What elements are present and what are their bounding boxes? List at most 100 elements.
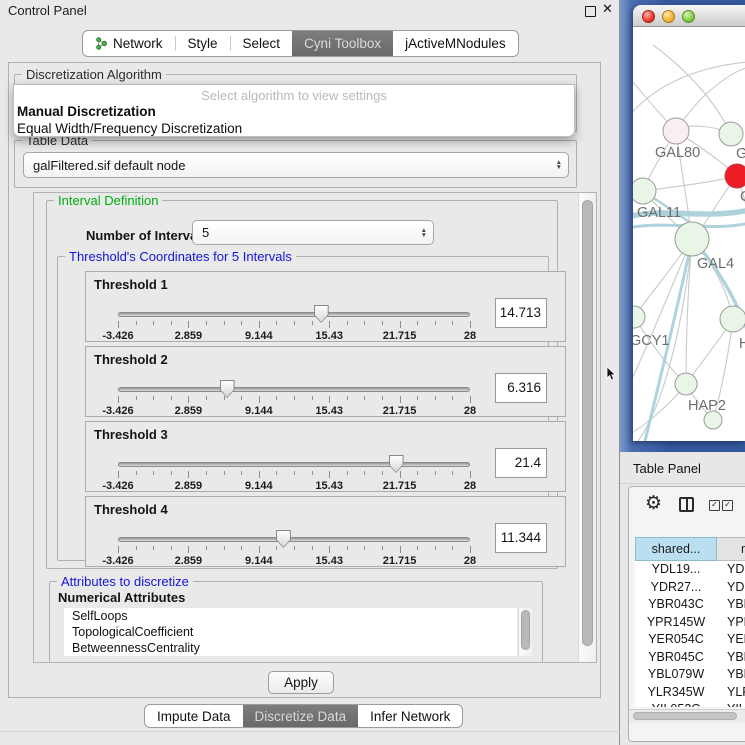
apply-button[interactable]: Apply (268, 671, 334, 694)
cell-name[interactable]: YPR1 (717, 614, 745, 632)
node-gcy1[interactable] (633, 306, 645, 328)
tab-jactivemnodules[interactable]: jActiveMNodules (393, 31, 518, 56)
attributes-list-scrollbar[interactable] (518, 608, 532, 656)
threshold-value-field[interactable]: 11.344 (495, 523, 547, 553)
table-row[interactable]: YPR145WYPR1 (635, 614, 745, 632)
threshold-slider[interactable]: -3.4262.8599.14415.4321.71528 (118, 456, 470, 490)
slider-track[interactable] (118, 312, 470, 317)
tick-mark (153, 321, 154, 325)
network-window-titlebar[interactable] (633, 5, 745, 27)
network-view-window: GAL80 GA C GAL11 GAL4 GCY1 H HAP2 (633, 5, 745, 441)
select-all-checkbox-icon[interactable]: ✓ (709, 500, 720, 511)
network-canvas[interactable]: GAL80 GA C GAL11 GAL4 GCY1 H HAP2 (633, 27, 745, 441)
table-rows: YDL19...YDL1YDR27...YDR2YBR043CYBR0YPR14… (635, 561, 745, 707)
tab-select[interactable]: Select (231, 31, 293, 56)
node-gal11[interactable] (633, 178, 656, 204)
number-of-intervals-select[interactable]: 5 ▲▼ (192, 220, 434, 245)
slider-track[interactable] (118, 387, 470, 392)
threshold-value-field[interactable]: 21.4 (495, 448, 547, 478)
cell-name[interactable]: YDL1 (717, 561, 745, 579)
cell-shared-name[interactable]: YBL079W (635, 666, 717, 684)
node-label-partial-red: C (740, 189, 745, 205)
table-row[interactable]: YDL19...YDL1 (635, 561, 745, 579)
tab-cyni-toolbox[interactable]: Cyni Toolbox (292, 31, 393, 56)
node-gal4[interactable] (675, 222, 709, 256)
threshold-slider[interactable]: -3.4262.8599.14415.4321.71528 (118, 381, 470, 415)
tab-style[interactable]: Style (176, 31, 230, 56)
split-columns-icon[interactable] (679, 497, 694, 512)
settings-scrollbar[interactable] (578, 193, 596, 662)
cell-name[interactable]: YBR0 (717, 596, 745, 614)
dropdown-option-manual[interactable]: Manual Discretization (14, 103, 574, 120)
settings-scrollbar-thumb[interactable] (582, 200, 593, 646)
tick-mark (347, 546, 348, 550)
column-header-name[interactable]: na (717, 537, 745, 561)
tab-infer-network[interactable]: Infer Network (358, 705, 462, 727)
table-panel-divider (620, 483, 745, 484)
cell-shared-name[interactable]: YBR045C (635, 649, 717, 667)
node-selected-red[interactable] (725, 164, 745, 188)
tick-label: 28 (464, 330, 476, 342)
threshold-box: Threshold 1 -3.4262.8599.14415.4321.7152… (85, 271, 566, 342)
tab-discretize-data[interactable]: Discretize Data (243, 705, 359, 727)
minimize-traffic-light-icon[interactable] (662, 10, 675, 23)
close-icon[interactable]: ✕ (602, 1, 613, 17)
attribute-item[interactable]: TopologicalCoefficient (64, 624, 517, 640)
cell-shared-name[interactable]: YER054C (635, 631, 717, 649)
close-traffic-light-icon[interactable] (642, 10, 655, 23)
cell-shared-name[interactable]: YBR043C (635, 596, 717, 614)
cell-shared-name[interactable]: YDL19... (635, 561, 717, 579)
table-row[interactable]: YER054CYER0 (635, 631, 745, 649)
dropdown-placeholder-item[interactable]: Select algorithm to view settings (14, 85, 574, 103)
gear-icon[interactable]: ⚙ (645, 492, 662, 514)
attribute-item[interactable]: SelfLoops (64, 608, 517, 624)
cell-name[interactable]: YBR0 (717, 649, 745, 667)
threshold-value-field[interactable]: 14.713 (495, 298, 547, 328)
cell-name[interactable]: YDR2 (717, 579, 745, 597)
attribute-item[interactable]: BetweennessCentrality (64, 640, 517, 656)
threshold-slider[interactable]: -3.4262.8599.14415.4321.71528 (118, 306, 470, 340)
slider-tick-labels: -3.4262.8599.14415.4321.71528 (118, 555, 470, 567)
threshold-slider[interactable]: -3.4262.8599.14415.4321.71528 (118, 531, 470, 565)
tab-impute-data[interactable]: Impute Data (145, 705, 243, 727)
table-row[interactable]: YBR045CYBR0 (635, 649, 745, 667)
table-row[interactable]: YLR345WYLR3 (635, 684, 745, 702)
attributes-scrollbar-thumb[interactable] (521, 610, 530, 650)
tick-mark (153, 396, 154, 400)
tick-label: 15.43 (315, 405, 343, 417)
threshold-value-field[interactable]: 6.316 (495, 373, 547, 403)
cell-name[interactable]: YBL0 (717, 666, 745, 684)
dropdown-option-equal-width[interactable]: Equal Width/Frequency Discretization (14, 120, 574, 137)
cell-shared-name[interactable]: YPR145W (635, 614, 717, 632)
cell-name[interactable]: YER0 (717, 631, 745, 649)
cell-shared-name[interactable]: YIL052C (635, 701, 717, 707)
tab-network[interactable]: Network (83, 31, 175, 56)
tick-label: 21.715 (383, 480, 417, 492)
node-partial-top[interactable] (719, 122, 743, 146)
tick-mark (118, 321, 119, 328)
column-header-shared-name[interactable]: shared... (635, 537, 717, 561)
table-data-select[interactable]: galFiltered.sif default node ▲▼ (23, 152, 569, 178)
table-data-selected-value: galFiltered.sif default node (33, 158, 185, 173)
cell-name[interactable]: YLR3 (717, 684, 745, 702)
node-partial-right[interactable] (720, 306, 745, 332)
tab-label: Select (243, 36, 281, 51)
tick-mark (382, 471, 383, 475)
float-window-icon[interactable] (585, 6, 596, 17)
table-hscrollbar-thumb[interactable] (633, 712, 737, 720)
cell-shared-name[interactable]: YDR27... (635, 579, 717, 597)
table-row[interactable]: YBL079WYBL0 (635, 666, 745, 684)
table-row[interactable]: YBR043CYBR0 (635, 596, 745, 614)
cell-shared-name[interactable]: YLR345W (635, 684, 717, 702)
node-gal80[interactable] (663, 118, 689, 144)
tick-mark (224, 546, 225, 550)
table-row[interactable]: YDR27...YDR2 (635, 579, 745, 597)
slider-track[interactable] (118, 537, 470, 542)
slider-track[interactable] (118, 462, 470, 467)
table-horizontal-scrollbar[interactable] (629, 709, 745, 723)
zoom-traffic-light-icon[interactable] (682, 10, 695, 23)
select-none-checkbox-icon[interactable]: ✓ (722, 500, 733, 511)
table-row[interactable]: YIL052CYIL0 (635, 701, 745, 707)
node-hap2[interactable] (675, 373, 697, 395)
cell-name[interactable]: YIL0 (717, 701, 745, 707)
